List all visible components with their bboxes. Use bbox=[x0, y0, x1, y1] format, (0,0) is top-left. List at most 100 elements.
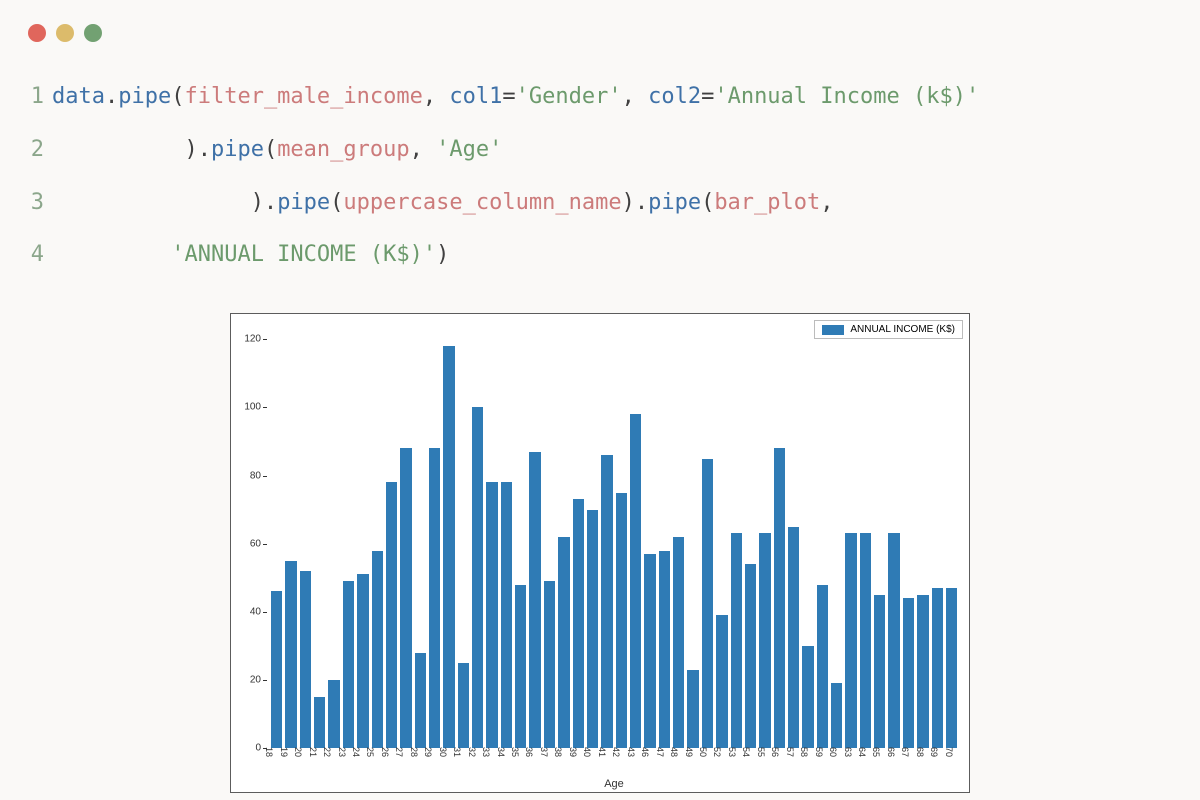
x-tick-label: 48 bbox=[669, 747, 679, 757]
x-tick-label: 53 bbox=[727, 747, 737, 757]
y-axis: 020406080100120 bbox=[231, 322, 267, 748]
plot-area bbox=[267, 322, 961, 748]
line-number: 2 bbox=[22, 135, 44, 166]
x-tick-label: 36 bbox=[524, 747, 534, 757]
x-tick-label: 49 bbox=[684, 747, 694, 757]
bar bbox=[515, 585, 526, 749]
bar bbox=[616, 493, 627, 749]
x-tick-label: 31 bbox=[452, 747, 462, 757]
code-line: 2 ).pipe(mean_group, 'Age' bbox=[22, 135, 1178, 166]
bar bbox=[702, 459, 713, 749]
bar bbox=[501, 482, 512, 748]
x-tick-label: 38 bbox=[553, 747, 563, 757]
bar bbox=[486, 482, 497, 748]
y-tick-label: 100 bbox=[244, 402, 261, 413]
line-number: 3 bbox=[22, 188, 44, 219]
x-tick-label: 30 bbox=[438, 747, 448, 757]
bar bbox=[874, 595, 885, 748]
x-tick-label: 69 bbox=[929, 747, 939, 757]
bar bbox=[544, 581, 555, 748]
x-tick-label: 57 bbox=[785, 747, 795, 757]
x-tick-label: 39 bbox=[568, 747, 578, 757]
bar bbox=[687, 670, 698, 748]
x-tick-label: 42 bbox=[611, 747, 621, 757]
bar bbox=[343, 581, 354, 748]
x-tick-label: 21 bbox=[308, 747, 318, 757]
x-tick-label: 27 bbox=[394, 747, 404, 757]
code-line: 3 ).pipe(uppercase_column_name).pipe(bar… bbox=[22, 188, 1178, 219]
bar bbox=[372, 551, 383, 749]
y-tick-label: 80 bbox=[250, 470, 261, 481]
bar bbox=[400, 448, 411, 748]
bar bbox=[745, 564, 756, 748]
bar bbox=[285, 561, 296, 748]
bar bbox=[831, 683, 842, 748]
x-tick-label: 58 bbox=[799, 747, 809, 757]
x-tick-label: 59 bbox=[814, 747, 824, 757]
bar bbox=[328, 680, 339, 748]
bar bbox=[673, 537, 684, 748]
bar bbox=[946, 588, 957, 748]
x-tick-label: 28 bbox=[409, 747, 419, 757]
x-tick-label: 33 bbox=[481, 747, 491, 757]
bar bbox=[458, 663, 469, 748]
x-tick-label: 55 bbox=[756, 747, 766, 757]
bar bbox=[630, 414, 641, 748]
x-tick-label: 40 bbox=[582, 747, 592, 757]
bar bbox=[429, 448, 440, 748]
x-tick-label: 25 bbox=[365, 747, 375, 757]
traffic-zoom-icon[interactable] bbox=[84, 24, 102, 42]
code-content: data.pipe(filter_male_income, col1='Gend… bbox=[52, 82, 979, 113]
x-tick-label: 54 bbox=[741, 747, 751, 757]
code-content: ).pipe(uppercase_column_name).pipe(bar_p… bbox=[52, 188, 834, 219]
bar bbox=[357, 574, 368, 748]
code-content: 'ANNUAL INCOME (K$)') bbox=[52, 240, 449, 271]
code-line: 4 'ANNUAL INCOME (K$)') bbox=[22, 240, 1178, 271]
bar bbox=[788, 527, 799, 749]
x-tick-label: 35 bbox=[510, 747, 520, 757]
y-tick-label: 40 bbox=[250, 606, 261, 617]
bar bbox=[443, 346, 454, 748]
x-tick-label: 41 bbox=[597, 747, 607, 757]
x-axis-label: Age bbox=[604, 778, 624, 790]
x-tick-label: 67 bbox=[900, 747, 910, 757]
x-tick-label: 60 bbox=[828, 747, 838, 757]
x-tick-label: 52 bbox=[712, 747, 722, 757]
x-tick-label: 70 bbox=[944, 747, 954, 757]
bar bbox=[415, 653, 426, 748]
bar bbox=[774, 448, 785, 748]
bar bbox=[731, 533, 742, 748]
bar bbox=[903, 598, 914, 748]
x-tick-label: 65 bbox=[871, 747, 881, 757]
traffic-minimize-icon[interactable] bbox=[56, 24, 74, 42]
bar bbox=[601, 455, 612, 748]
window-traffic-lights bbox=[0, 0, 1200, 42]
y-tick-label: 120 bbox=[244, 334, 261, 345]
bar bbox=[573, 499, 584, 748]
bar bbox=[314, 697, 325, 748]
x-tick-label: 24 bbox=[351, 747, 361, 757]
x-tick-label: 26 bbox=[380, 747, 390, 757]
bar bbox=[386, 482, 397, 748]
code-line: 1data.pipe(filter_male_income, col1='Gen… bbox=[22, 82, 1178, 113]
bar bbox=[917, 595, 928, 748]
x-tick-label: 20 bbox=[293, 747, 303, 757]
x-tick-label: 29 bbox=[423, 747, 433, 757]
x-tick-label: 66 bbox=[886, 747, 896, 757]
bar bbox=[558, 537, 569, 748]
y-tick-label: 0 bbox=[255, 743, 261, 754]
x-tick-label: 18 bbox=[264, 747, 274, 757]
x-tick-label: 56 bbox=[770, 747, 780, 757]
x-tick-label: 19 bbox=[279, 747, 289, 757]
x-tick-label: 47 bbox=[655, 747, 665, 757]
bar bbox=[802, 646, 813, 748]
bars-container bbox=[267, 322, 961, 748]
bar bbox=[300, 571, 311, 748]
y-tick-label: 20 bbox=[250, 675, 261, 686]
bar bbox=[271, 591, 282, 748]
bar bbox=[659, 551, 670, 749]
bar-chart: ANNUAL INCOME (K$) 020406080100120 Age 1… bbox=[230, 313, 970, 793]
code-content: ).pipe(mean_group, 'Age' bbox=[52, 135, 502, 166]
x-tick-label: 34 bbox=[496, 747, 506, 757]
traffic-close-icon[interactable] bbox=[28, 24, 46, 42]
